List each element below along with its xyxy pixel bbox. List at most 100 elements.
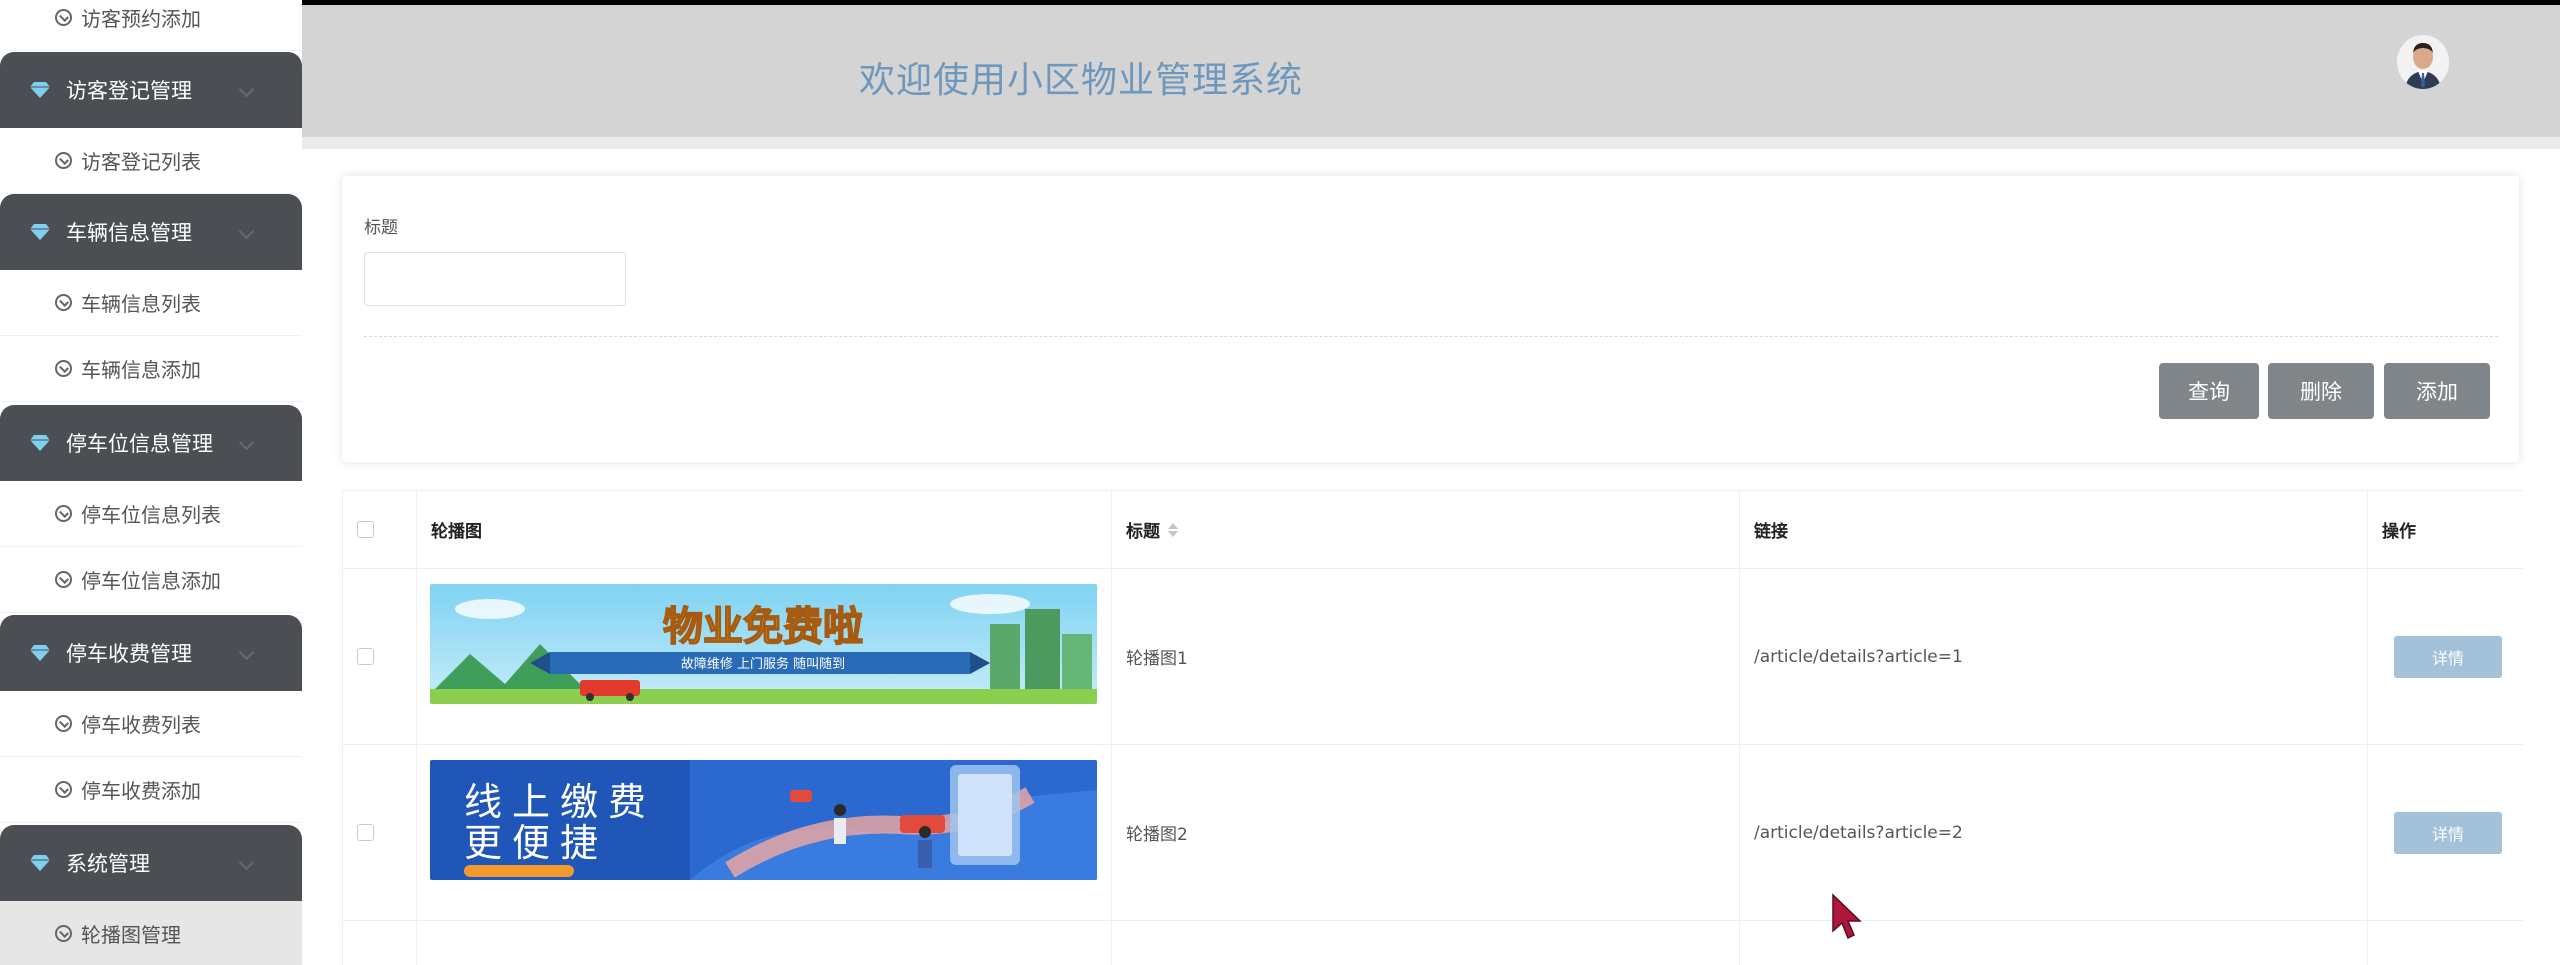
sidebar-item-parking-space-add[interactable]: 停车位信息添加 xyxy=(0,547,302,613)
chevron-down-icon xyxy=(238,854,255,871)
carousel-banner-image: 物业免费啦 故障维修 上门服务 随叫随到 xyxy=(430,584,1097,704)
select-all-cell xyxy=(343,491,417,568)
carousel-image-cell: 线上缴费 更便捷 xyxy=(417,745,1112,920)
title-cell: 轮播图2 xyxy=(1112,745,1740,920)
row-checkbox[interactable] xyxy=(357,648,374,665)
sidebar-item-parking-fee-list[interactable]: 停车收费列表 xyxy=(0,691,302,757)
carousel-table: 轮播图 标题 链接 操作 物业免费啦 故障维修 上门服务 随叫随到 轮播图1 /… xyxy=(342,490,2523,965)
diamond-icon xyxy=(30,435,50,451)
search-form: 标题 查询 删除 添加 xyxy=(342,176,2519,462)
row-title: 轮播图2 xyxy=(1126,825,1188,845)
sort-icon[interactable] xyxy=(1168,522,1178,537)
chevron-down-icon xyxy=(238,644,255,661)
mouse-cursor-icon xyxy=(1832,893,1862,940)
header: 欢迎使用小区物业管理系统 xyxy=(302,5,2560,137)
sidebar-group-label: 访客登记管理 xyxy=(66,79,192,103)
sidebar-group-system[interactable]: 系统管理 xyxy=(0,825,302,901)
check-circle-icon xyxy=(55,715,72,732)
sidebar-item-parking-fee-add[interactable]: 停车收费添加 xyxy=(0,757,302,823)
column-header-label: 操作 xyxy=(2382,522,2416,542)
delete-button[interactable]: 删除 xyxy=(2268,363,2374,419)
check-circle-icon xyxy=(55,360,72,377)
sidebar-item-label: 车辆信息列表 xyxy=(81,292,201,316)
chevron-down-icon xyxy=(238,223,255,240)
column-header-title[interactable]: 标题 xyxy=(1112,491,1740,568)
check-circle-icon xyxy=(55,571,72,588)
add-button[interactable]: 添加 xyxy=(2384,363,2490,419)
sidebar-item-vehicle-info-add[interactable]: 车辆信息添加 xyxy=(0,336,302,402)
row-select-cell xyxy=(343,745,417,920)
title-cell xyxy=(1112,921,1740,965)
divider xyxy=(364,336,2498,337)
page-title: 欢迎使用小区物业管理系统 xyxy=(859,60,1304,101)
column-header-link: 链接 xyxy=(1740,491,2368,568)
row-title: 轮播图1 xyxy=(1126,649,1188,669)
diamond-icon xyxy=(30,224,50,240)
banner-graphic: 线上缴费 更便捷 xyxy=(430,760,1097,880)
table-row xyxy=(343,921,2523,965)
diamond-icon xyxy=(30,855,50,871)
sidebar-group-label: 停车位信息管理 xyxy=(66,432,213,456)
title-search-input[interactable] xyxy=(364,252,626,306)
sidebar-group-label: 系统管理 xyxy=(66,852,150,876)
sidebar-item-label: 车辆信息添加 xyxy=(81,358,201,382)
sidebar-item-label: 访客登记列表 xyxy=(81,150,201,174)
banner-sub-text: 故障维修 上门服务 随叫随到 xyxy=(681,656,845,672)
check-circle-icon xyxy=(55,9,72,26)
link-cell: /article/details?article=1 xyxy=(1740,569,2368,744)
action-cell: 详情 xyxy=(2368,745,2523,920)
diamond-icon xyxy=(30,82,50,98)
sidebar-group-vehicle-info[interactable]: 车辆信息管理 xyxy=(0,194,302,270)
sidebar-group-label: 停车收费管理 xyxy=(66,642,192,666)
user-avatar[interactable] xyxy=(2397,35,2449,89)
sidebar-item-label: 停车位信息列表 xyxy=(81,503,221,527)
row-link: /article/details?article=2 xyxy=(1754,822,1963,843)
title-cell: 轮播图1 xyxy=(1112,569,1740,744)
row-select-cell xyxy=(343,921,417,965)
check-circle-icon xyxy=(55,925,72,942)
select-all-checkbox[interactable] xyxy=(357,521,374,538)
sidebar-item-parking-space-list[interactable]: 停车位信息列表 xyxy=(0,481,302,547)
sidebar-group-parking-fee[interactable]: 停车收费管理 xyxy=(0,615,302,691)
sidebar-item-visitor-registration-list[interactable]: 访客登记列表 xyxy=(0,128,302,194)
column-header-label: 轮播图 xyxy=(431,522,482,542)
banner-main-text-2: 更便捷 xyxy=(464,821,608,865)
row-select-cell xyxy=(343,569,417,744)
sidebar-item-label: 停车位信息添加 xyxy=(81,569,221,593)
table-row: 物业免费啦 故障维修 上门服务 随叫随到 轮播图1 /article/detai… xyxy=(343,569,2523,745)
sidebar-group-visitor-registration[interactable]: 访客登记管理 xyxy=(0,52,302,128)
sidebar-group-label: 车辆信息管理 xyxy=(66,221,192,245)
detail-button[interactable]: 详情 xyxy=(2394,811,2502,854)
check-circle-icon xyxy=(55,781,72,798)
column-header-action: 操作 xyxy=(2368,491,2523,568)
query-button[interactable]: 查询 xyxy=(2159,363,2259,419)
sidebar-item-carousel-management[interactable]: 轮播图管理 xyxy=(0,901,302,965)
carousel-image-cell: 物业免费啦 故障维修 上门服务 随叫随到 xyxy=(417,569,1112,744)
check-circle-icon xyxy=(55,505,72,522)
sidebar-item-label: 停车收费列表 xyxy=(81,713,201,737)
sidebar-group-parking-space[interactable]: 停车位信息管理 xyxy=(0,405,302,481)
sidebar: 访客预约添加 访客登记管理 访客登记列表 车辆信息管理 车辆信息列表 车辆信息添… xyxy=(0,0,302,965)
sidebar-item-vehicle-info-list[interactable]: 车辆信息列表 xyxy=(0,270,302,336)
diamond-icon xyxy=(30,645,50,661)
sidebar-item-label: 轮播图管理 xyxy=(81,923,181,947)
column-header-label: 标题 xyxy=(1126,522,1160,542)
column-header-label: 链接 xyxy=(1754,522,1788,542)
table-header-row: 轮播图 标题 链接 操作 xyxy=(343,491,2523,569)
column-header-image: 轮播图 xyxy=(417,491,1112,568)
content-top-strip xyxy=(302,137,2560,149)
row-link: /article/details?article=1 xyxy=(1754,646,1963,667)
chevron-down-icon xyxy=(238,81,255,98)
banner-main-text: 物业免费啦 xyxy=(663,604,863,650)
action-cell: 详情 xyxy=(2368,569,2523,744)
row-checkbox[interactable] xyxy=(357,824,374,841)
check-circle-icon xyxy=(55,294,72,311)
carousel-banner-image: 线上缴费 更便捷 xyxy=(430,760,1097,880)
check-circle-icon xyxy=(55,152,72,169)
avatar-icon xyxy=(2397,35,2449,89)
carousel-image-cell xyxy=(417,921,1112,965)
detail-button[interactable]: 详情 xyxy=(2394,635,2502,678)
chevron-down-icon xyxy=(238,434,255,451)
banner-main-text-1: 线上缴费 xyxy=(464,780,656,824)
sidebar-item-visitor-appointment-add[interactable]: 访客预约添加 xyxy=(0,0,302,51)
